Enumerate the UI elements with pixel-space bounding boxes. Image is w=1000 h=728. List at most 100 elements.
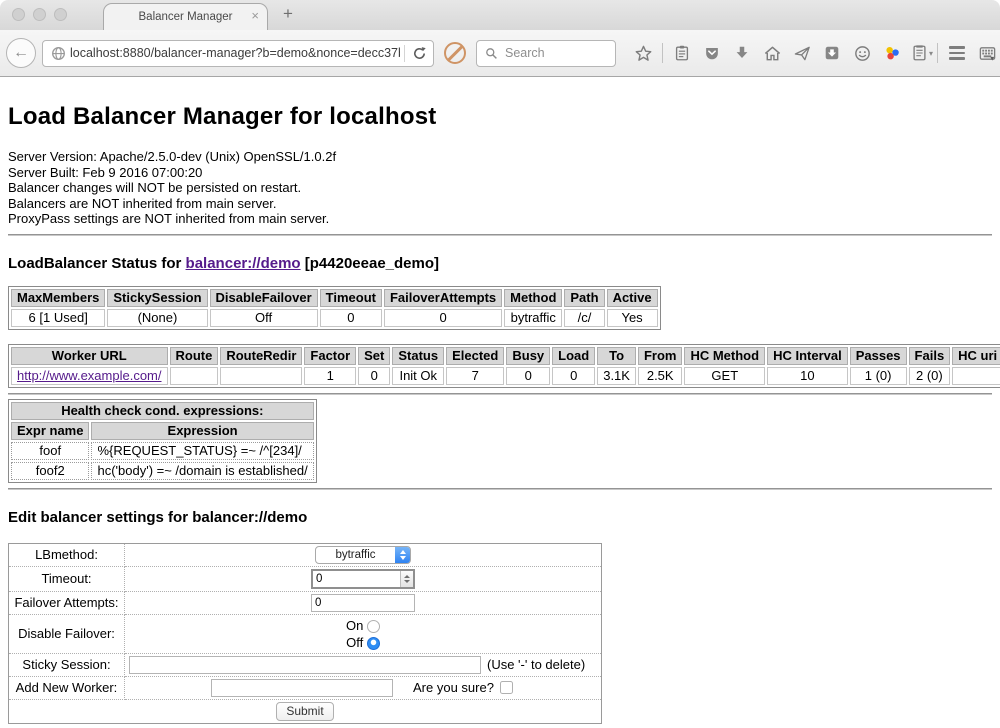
search-input[interactable]: [503, 45, 603, 61]
lbmethod-cell: bytraffic: [125, 543, 602, 566]
send-plane-icon[interactable]: [789, 40, 815, 66]
col-factor: Factor: [304, 347, 356, 365]
radio-off-label: Off: [346, 635, 363, 650]
col-active: Active: [607, 289, 658, 307]
heading-text: LoadBalancer Status for: [8, 255, 186, 272]
balancer-demo-link[interactable]: balancer://demo: [186, 255, 301, 272]
zoom-window-button[interactable]: [54, 8, 67, 21]
radio-off[interactable]: [367, 637, 380, 650]
select-stepper-icon: [395, 546, 410, 564]
form-row-failover: Failover Attempts:: [9, 591, 602, 614]
col-routeredir: RouteRedir: [220, 347, 302, 365]
chevron-down-icon[interactable]: ▾: [929, 49, 933, 58]
notice-proxypass: ProxyPass settings are NOT inherited fro…: [8, 211, 992, 227]
table-header-row: Worker URL Route RouteRedir Factor Set S…: [11, 347, 1000, 365]
sticky-hint: (Use '-' to delete): [487, 657, 585, 672]
submit-button[interactable]: Submit: [276, 702, 333, 721]
cell-stickysession: (None): [107, 309, 207, 327]
cell-expr-name: foof2: [11, 462, 89, 480]
cell-expr-name: foof: [11, 442, 89, 460]
heading-suffix: [p4420eeae_demo]: [301, 255, 439, 272]
cell-passes: 1 (0): [850, 367, 907, 385]
server-info: Server Version: Apache/2.5.0-dev (Unix) …: [8, 149, 992, 227]
window-controls[interactable]: [12, 8, 67, 21]
home-icon[interactable]: [759, 40, 785, 66]
extension-grid-icon[interactable]: [974, 40, 1000, 66]
form-row-timeout: Timeout:: [9, 566, 602, 591]
tab-bar: Balancer Manager × +: [0, 0, 1000, 30]
form-row-lbmethod: LBmethod: bytraffic: [9, 543, 602, 566]
failover-label: Failover Attempts:: [9, 591, 125, 614]
minimize-window-button[interactable]: [33, 8, 46, 21]
tab-close-icon[interactable]: ×: [251, 8, 259, 24]
sticky-session-input[interactable]: [129, 656, 481, 674]
failover-attempts-input[interactable]: [311, 594, 415, 612]
radio-on[interactable]: [367, 620, 380, 633]
failover-cell: [125, 591, 602, 614]
toolbar-separator: [662, 43, 663, 63]
timeout-input[interactable]: [313, 571, 400, 587]
toolbar-icons: ▾: [628, 40, 1000, 66]
col-hc-method: HC Method: [684, 347, 765, 365]
number-spinner-icon[interactable]: [400, 571, 413, 587]
close-window-button[interactable]: [12, 8, 25, 21]
pocket-icon[interactable]: [699, 40, 725, 66]
new-tab-button[interactable]: +: [278, 4, 298, 24]
submit-cell: Submit: [9, 699, 602, 723]
back-button[interactable]: ←: [6, 38, 36, 68]
divider: [8, 234, 992, 236]
lbmethod-label: LBmethod:: [9, 543, 125, 566]
search-icon: [483, 40, 499, 66]
cell-status: Init Ok: [392, 367, 444, 385]
health-check-table: Health check cond. expressions: Expr nam…: [8, 399, 317, 483]
colored-dots-extension-icon[interactable]: [879, 40, 905, 66]
cell-method: bytraffic: [504, 309, 562, 327]
col-hc-interval: HC Interval: [767, 347, 848, 365]
page-title: Load Balancer Manager for localhost: [8, 103, 992, 131]
cell-expression: %{REQUEST_STATUS} =~ /^[234]/: [91, 442, 313, 460]
reload-icon[interactable]: [409, 40, 429, 66]
url-text[interactable]: localhost:8880/balancer-manager?b=demo&n…: [70, 46, 400, 60]
search-bar[interactable]: [476, 40, 616, 67]
cell-hc-uri: [952, 367, 1000, 385]
form-row-submit: Submit: [9, 699, 602, 723]
feedback-smiley-icon[interactable]: [849, 40, 875, 66]
col-disablefailover: DisableFailover: [210, 289, 318, 307]
download-arrow-icon[interactable]: [729, 40, 755, 66]
cell-hc-interval: 10: [767, 367, 848, 385]
cell-path: /c/: [564, 309, 604, 327]
cell-from: 2.5K: [638, 367, 683, 385]
form-row-sticky: Sticky Session: (Use '-' to delete): [9, 653, 602, 676]
lbmethod-select[interactable]: bytraffic: [315, 546, 411, 564]
url-bar[interactable]: localhost:8880/balancer-manager?b=demo&n…: [42, 40, 434, 67]
sidebar-panel-icon[interactable]: [909, 40, 929, 66]
worker-url-link[interactable]: http://www.example.com/: [17, 368, 162, 383]
divider: [8, 488, 992, 490]
navigation-toolbar: ← localhost:8880/balancer-manager?b=demo…: [0, 30, 1000, 77]
col-load: Load: [552, 347, 595, 365]
add-worker-cell: Are you sure?: [125, 676, 602, 699]
bookmarks-clipboard-icon[interactable]: [669, 40, 695, 66]
col-elected: Elected: [446, 347, 504, 365]
disable-failover-cell: On Off: [125, 614, 602, 653]
server-built: Server Built: Feb 9 2016 07:00:20: [8, 165, 992, 181]
col-passes: Passes: [850, 347, 907, 365]
col-method: Method: [504, 289, 562, 307]
are-you-sure-checkbox[interactable]: [500, 681, 513, 694]
browser-window: Balancer Manager × + ← localhost:8880/ba…: [0, 0, 1000, 728]
add-worker-input[interactable]: [211, 679, 393, 697]
col-status: Status: [392, 347, 444, 365]
bookmark-star-icon[interactable]: [630, 40, 656, 66]
col-route: Route: [170, 347, 219, 365]
cell-fails: 2 (0): [909, 367, 951, 385]
col-worker-url: Worker URL: [11, 347, 168, 365]
menu-hamburger-icon[interactable]: [944, 40, 970, 66]
table-header-row: MaxMembers StickySession DisableFailover…: [11, 289, 658, 307]
save-page-icon[interactable]: [819, 40, 845, 66]
plugin-blocked-icon[interactable]: [444, 42, 466, 64]
radio-on-label: On: [346, 618, 363, 633]
tab-balancer-manager[interactable]: Balancer Manager ×: [103, 3, 268, 30]
cell-load: 0: [552, 367, 595, 385]
timeout-cell: [125, 566, 602, 591]
cell-busy: 0: [506, 367, 550, 385]
